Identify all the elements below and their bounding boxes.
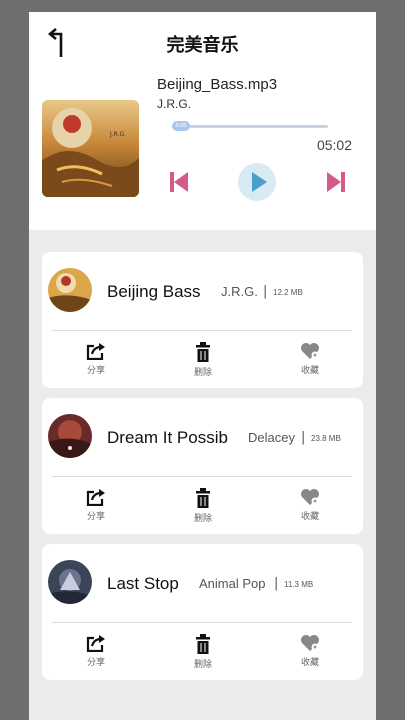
delete-button[interactable]: 删除: [178, 488, 228, 524]
trash-icon: [196, 342, 210, 362]
share-icon: [86, 489, 105, 506]
song-thumbnail: [48, 268, 92, 312]
delete-label: 删除: [193, 660, 212, 670]
song-thumbnail: [48, 560, 92, 604]
share-label: 分享: [86, 512, 105, 522]
heart-icon: [301, 635, 319, 651]
progress-thumb[interactable]: 0:00: [172, 121, 190, 131]
heart-icon: [301, 343, 319, 359]
now-playing-panel: 完美音乐 J.R.G. Beijing_Bass.mp3 J.R.G. 0:00…: [29, 12, 376, 230]
song-card[interactable]: Last Stop Animal Pop | 11.3 MB 分享 删除 收藏: [42, 544, 363, 680]
file-size: 23.8 MB: [311, 434, 341, 443]
current-song-artist: J.R.G.: [157, 97, 192, 111]
share-button[interactable]: 分享: [71, 488, 121, 522]
song-card[interactable]: Dream It Possib Delacey | 23.8 MB 分享 删除: [42, 398, 363, 534]
favorite-label: 收藏: [300, 512, 319, 522]
duration-label: 05:02: [316, 137, 352, 153]
skip-previous-icon[interactable]: [170, 172, 188, 192]
song-artist: J.R.G.: [221, 284, 258, 299]
share-icon: [86, 343, 105, 360]
file-size: 12.2 MB: [273, 288, 303, 297]
svg-text:J.R.G.: J.R.G.: [109, 131, 126, 138]
delete-button[interactable]: 删除: [178, 342, 228, 378]
app-screen: 完美音乐 J.R.G. Beijing_Bass.mp3 J.R.G. 0:00…: [29, 12, 376, 720]
share-label: 分享: [86, 366, 105, 376]
trash-icon: [196, 634, 210, 654]
share-icon: [86, 635, 105, 652]
divider: [52, 330, 352, 331]
share-button[interactable]: 分享: [71, 634, 121, 668]
trash-icon: [196, 488, 210, 508]
share-label: 分享: [86, 658, 105, 668]
skip-next-icon[interactable]: [327, 172, 345, 192]
delete-button[interactable]: 删除: [178, 634, 228, 670]
favorite-label: 收藏: [300, 366, 319, 376]
divider: [52, 476, 352, 477]
current-song-name: Beijing_Bass.mp3: [157, 76, 278, 93]
page-title: 完美音乐: [166, 35, 239, 56]
delete-label: 删除: [193, 368, 212, 378]
song-card[interactable]: Beijing Bass J.R.G. | 12.2 MB 分享 删除 收藏: [42, 252, 363, 388]
separator: |: [263, 284, 268, 299]
delete-label: 删除: [193, 514, 212, 524]
song-title: Dream It Possib: [107, 428, 228, 447]
song-title: Last Stop: [107, 574, 179, 593]
favorite-label: 收藏: [300, 658, 319, 668]
favorite-button[interactable]: 收藏: [285, 342, 335, 376]
share-button[interactable]: 分享: [71, 342, 121, 376]
favorite-button[interactable]: 收藏: [285, 488, 335, 522]
divider: [52, 622, 352, 623]
song-artist: Delacey: [248, 430, 295, 445]
file-size: 11.3 MB: [284, 580, 314, 589]
song-artist: Animal Pop: [199, 576, 266, 591]
song-thumbnail: [48, 414, 92, 458]
play-button[interactable]: [238, 163, 276, 201]
heart-icon: [301, 489, 319, 505]
progress-bar[interactable]: [172, 125, 328, 128]
favorite-button[interactable]: 收藏: [285, 634, 335, 668]
separator: |: [301, 430, 306, 445]
album-cover: J.R.G.: [42, 100, 139, 197]
play-icon: [252, 172, 267, 192]
song-title: Beijing Bass: [107, 282, 201, 301]
separator: |: [274, 576, 279, 591]
